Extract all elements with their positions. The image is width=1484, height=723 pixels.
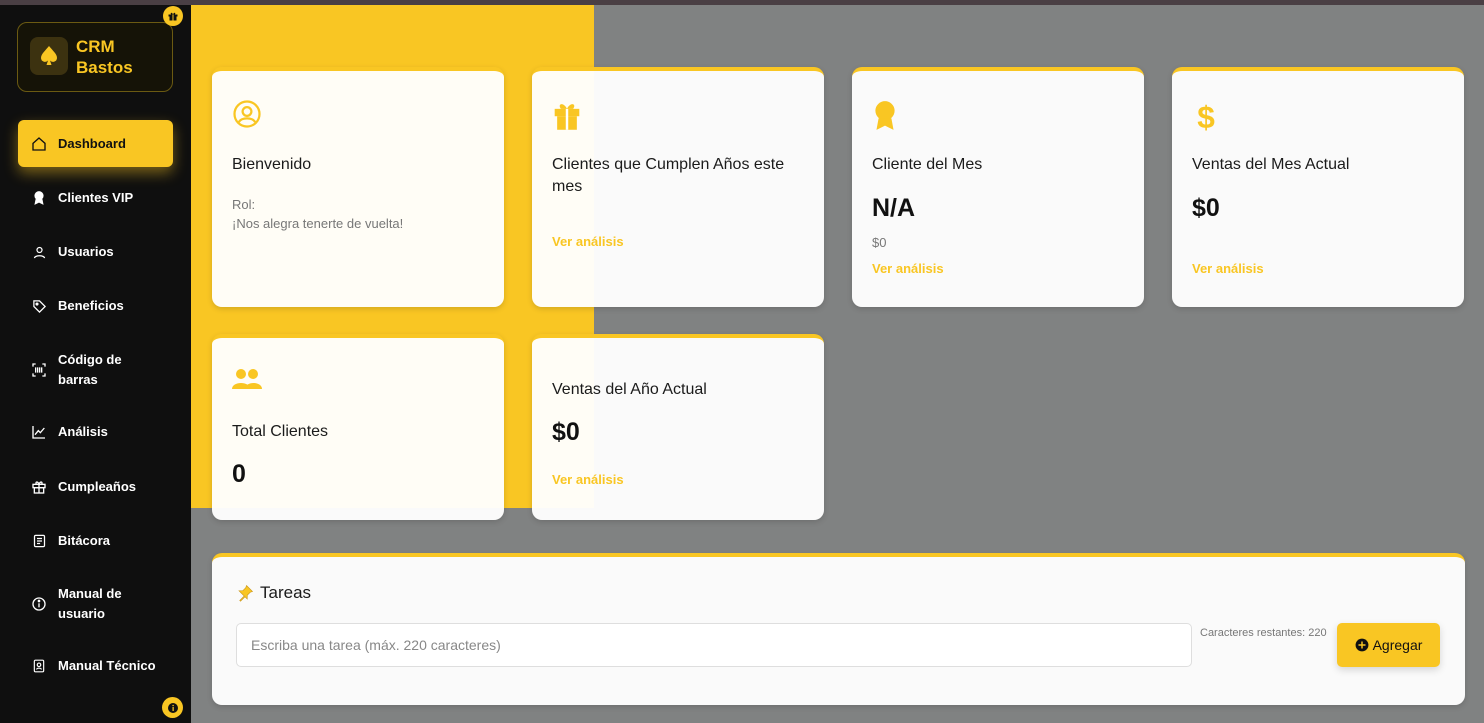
birthdays-card: Clientes que Cumplen Años este mes Ver a… — [532, 67, 824, 307]
chart-line-icon — [28, 421, 50, 443]
welcome-title: Bienvenido — [232, 156, 312, 173]
brand-line2: Bastos — [76, 58, 133, 77]
sidebar-item-label: Manual Técnico — [58, 658, 156, 673]
sidebar-item-dashboard[interactable]: Dashboard — [18, 120, 173, 167]
sales-year-title: Ventas del Año Actual — [552, 381, 707, 398]
info-icon[interactable] — [162, 697, 183, 718]
sidebar-item-manual-tecnico[interactable]: Manual Técnico — [18, 655, 173, 677]
sales-month-title: Ventas del Mes Actual — [1192, 156, 1350, 173]
sidebar-item-cumpleanos[interactable]: Cumpleaños — [18, 476, 173, 498]
plus-circle-icon — [1355, 638, 1369, 652]
award-icon — [28, 187, 50, 209]
client-month-title: Cliente del Mes — [872, 156, 983, 173]
tasks-header: Tareas — [236, 583, 311, 603]
sidebar-item-label: Análisis — [58, 424, 108, 439]
pushpin-icon — [236, 584, 254, 602]
sidebar-item-usuarios[interactable]: Usuarios — [18, 241, 173, 263]
add-task-button[interactable]: Agregar — [1337, 623, 1440, 667]
sidebar-item-label: Beneficios — [58, 298, 124, 313]
birthdays-title: Clientes que Cumplen Años este mes — [552, 156, 785, 195]
sidebar-item-beneficios[interactable]: Beneficios — [18, 295, 173, 317]
sales-month-value: $0 — [1192, 194, 1220, 222]
client-month-amount: $0 — [872, 235, 887, 250]
user-icon — [28, 241, 50, 263]
brand-line1: CRM — [76, 37, 115, 56]
welcome-role: Rol: — [232, 197, 256, 212]
award-icon — [872, 99, 902, 130]
gift-icon[interactable] — [163, 6, 183, 26]
total-clients-title: Total Clientes — [232, 423, 329, 440]
tasks-title: Tareas — [260, 583, 312, 602]
gift-icon — [552, 99, 582, 130]
add-task-label: Agregar — [1372, 637, 1423, 653]
sidebar-item-label: Clientes VIP — [58, 190, 134, 205]
birthdays-analysis-link[interactable]: Ver análisis — [552, 234, 624, 249]
sidebar-item-label: Cumpleaños — [58, 479, 137, 494]
spade-icon — [30, 37, 68, 75]
total-clients-card: Total Clientes 0 — [212, 334, 504, 520]
sidebar-item-label: Código de barras — [58, 352, 122, 387]
sales-year-value: $0 — [552, 418, 580, 446]
user-circle-icon — [232, 99, 262, 129]
welcome-card: Bienvenido Rol: ¡Nos alegra tenerte de v… — [212, 67, 504, 307]
sidebar-item-manual-usuario[interactable]: Manual de usuario — [18, 583, 173, 625]
users-icon — [232, 366, 262, 396]
task-input[interactable] — [236, 623, 1192, 667]
sidebar-item-clientes-vip[interactable]: Clientes VIP — [18, 187, 173, 209]
journal-icon — [28, 530, 50, 552]
dollar-icon: $ — [1192, 99, 1222, 135]
sidebar-item-label: Usuarios — [58, 244, 114, 259]
brand-name: CRM Bastos — [76, 36, 133, 78]
chars-remaining: Caracteres restantes: 220 — [1200, 627, 1327, 639]
sidebar-item-label: Dashboard — [58, 135, 126, 151]
sales-year-card: Ventas del Año Actual $0 Ver análisis — [532, 334, 824, 520]
welcome-message: ¡Nos alegra tenerte de vuelta! — [232, 216, 404, 231]
tag-icon — [28, 295, 50, 317]
sidebar-item-codigo-barras[interactable]: Código de barras — [18, 349, 173, 391]
sales-month-card: $ Ventas del Mes Actual $0 Ver análisis — [1172, 67, 1464, 307]
client-month-analysis-link[interactable]: Ver análisis — [872, 261, 944, 276]
client-month-value: N/A — [872, 194, 916, 222]
client-month-card: Cliente del Mes N/A $0 Ver análisis — [852, 67, 1144, 307]
barcode-icon — [28, 359, 50, 381]
sidebar-item-label: Manual de usuario — [58, 586, 122, 621]
tasks-panel: Tareas Caracteres restantes: 220 Agregar — [212, 553, 1465, 705]
id-badge-icon — [28, 655, 50, 677]
info-icon — [28, 593, 50, 615]
sidebar-item-label: Bitácora — [58, 533, 111, 548]
home-icon — [28, 133, 50, 155]
sales-month-analysis-link[interactable]: Ver análisis — [1192, 261, 1264, 276]
brand-logo-box[interactable]: CRM Bastos — [17, 22, 173, 92]
gift-icon — [28, 476, 50, 498]
sales-year-analysis-link[interactable]: Ver análisis — [552, 472, 624, 487]
sidebar-item-analisis[interactable]: Análisis — [18, 421, 173, 443]
sidebar-item-bitacora[interactable]: Bitácora — [18, 530, 173, 552]
total-clients-value: 0 — [232, 460, 246, 488]
svg-text:$: $ — [1197, 99, 1215, 133]
